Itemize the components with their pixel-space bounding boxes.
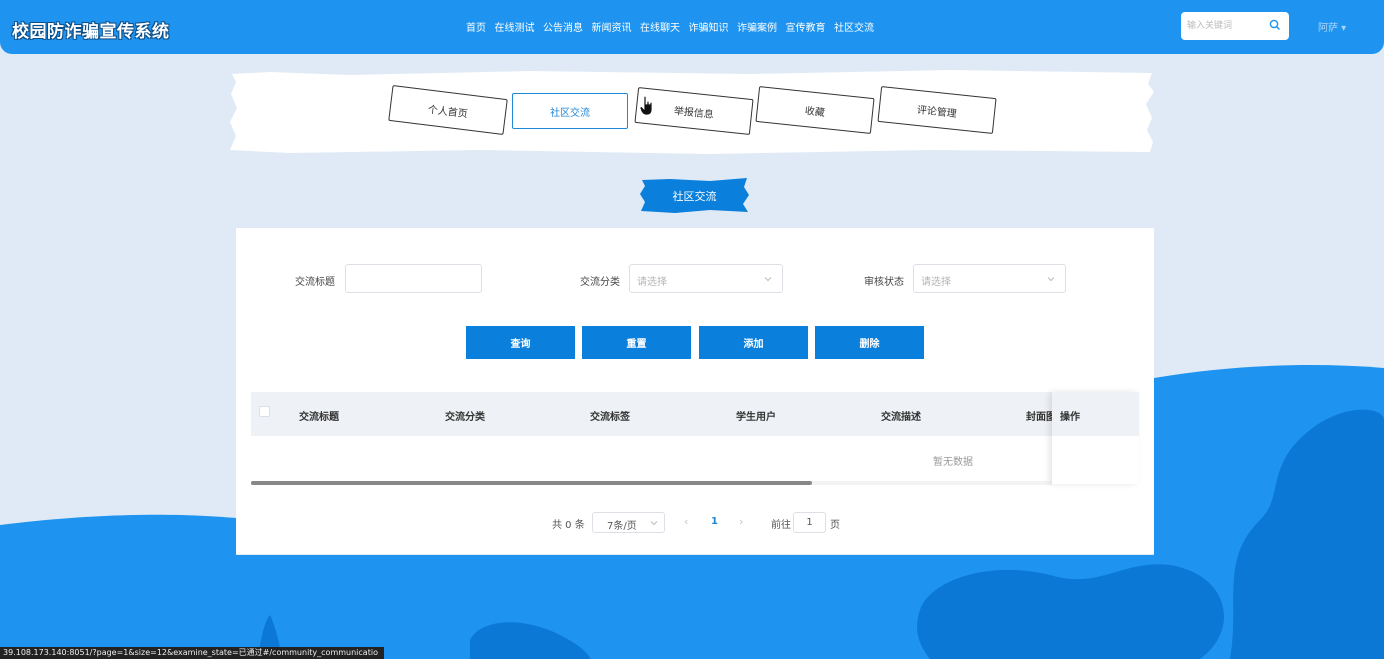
nav-online-chat[interactable]: 在线聊天 <box>640 19 680 34</box>
nav-home[interactable]: 首页 <box>466 19 486 34</box>
page-size-value: 7条/页 <box>607 521 637 532</box>
tab-label: 收藏 <box>804 105 826 119</box>
fixed-actions-column: 操作 <box>1052 392 1139 484</box>
column-header[interactable]: 交流分类 <box>445 408 485 423</box>
reset-button[interactable]: 重置 <box>582 326 691 359</box>
title-filter-label: 交流标题 <box>295 277 335 288</box>
empty-table-message: 暂无数据 <box>933 457 973 468</box>
query-button[interactable]: 查询 <box>466 326 575 359</box>
column-header[interactable]: 交流描述 <box>881 408 921 423</box>
goto-page-input[interactable]: 1 <box>793 512 826 533</box>
select-all-checkbox[interactable] <box>259 406 270 417</box>
chevron-down-icon <box>764 277 772 282</box>
section-title-text: 社区交流 <box>672 189 717 203</box>
section-title: 社区交流 <box>640 178 749 213</box>
community-list-card: 交流标题 交流分类 请选择 审核状态 请选择 查询 重置 添加 删除 交流标题 … <box>236 228 1154 554</box>
tab-label: 举报信息 <box>673 105 715 121</box>
page-word-label: 页 <box>830 520 840 531</box>
horizontal-scrollbar[interactable] <box>251 481 1052 485</box>
column-header[interactable]: 学生用户 <box>736 408 776 423</box>
chevron-down-icon <box>650 521 658 526</box>
next-page-icon[interactable]: › <box>739 515 743 528</box>
nav-fraud-cases[interactable]: 诈骗案例 <box>737 19 777 34</box>
total-count: 共 0 条 <box>552 520 585 531</box>
column-header[interactable]: 交流标题 <box>299 408 339 423</box>
table-header: 交流标题 交流分类 交流标签 学生用户 交流描述 封面图 <box>251 392 1139 436</box>
nav-online-test[interactable]: 在线测试 <box>495 19 535 34</box>
scrollbar-thumb[interactable] <box>251 481 812 485</box>
search-box <box>1181 12 1289 40</box>
category-filter-label: 交流分类 <box>580 277 620 288</box>
delete-button[interactable]: 删除 <box>815 326 924 359</box>
nav-fraud-knowledge[interactable]: 诈骗知识 <box>689 19 729 34</box>
tab-label: 评论管理 <box>916 104 958 120</box>
add-button[interactable]: 添加 <box>699 326 808 359</box>
search-input[interactable] <box>1181 12 1261 40</box>
tab-community[interactable]: 社区交流 <box>512 93 628 129</box>
status-placeholder: 请选择 <box>921 277 951 288</box>
site-logo[interactable]: 校园防诈骗宣传系统 <box>12 17 170 42</box>
nav-publicity-education[interactable]: 宣传教育 <box>786 19 826 34</box>
tab-label: 社区交流 <box>550 107 590 119</box>
pagination: 共 0 条 7条/页 ‹ 1 › 前往 1 页 <box>236 512 1154 533</box>
goto-label: 前往 <box>771 520 791 531</box>
title-filter-input[interactable] <box>345 264 482 293</box>
top-navigation-bar: 校园防诈骗宣传系统 首页 在线测试 公告消息 新闻资讯 在线聊天 诈骗知识 诈骗… <box>0 0 1384 54</box>
tab-banner: 个人首页 社区交流 举报信息 收藏 评论管理 <box>230 70 1154 154</box>
nav-news[interactable]: 新闻资讯 <box>592 19 632 34</box>
prev-page-icon[interactable]: ‹ <box>684 515 688 528</box>
column-header[interactable]: 交流标签 <box>590 408 630 423</box>
link-preview-status-bar: 39.108.173.140:8051/?page=1&size=12&exam… <box>0 647 384 659</box>
tab-label: 个人首页 <box>427 104 469 120</box>
page-size-select[interactable]: 7条/页 <box>592 512 665 533</box>
category-filter-select[interactable]: 请选择 <box>629 264 783 293</box>
search-icon[interactable] <box>1269 19 1281 31</box>
nav-community[interactable]: 社区交流 <box>834 19 874 34</box>
status-filter-select[interactable]: 请选择 <box>913 264 1066 293</box>
page-number-current[interactable]: 1 <box>711 516 718 527</box>
hand-cursor-icon <box>640 96 653 116</box>
nav-announcements[interactable]: 公告消息 <box>543 19 583 34</box>
actions-column-header: 操作 <box>1052 392 1139 436</box>
status-filter-label: 审核状态 <box>864 277 904 288</box>
actions-header-label: 操作 <box>1060 412 1080 423</box>
category-placeholder: 请选择 <box>637 277 667 288</box>
chevron-down-icon <box>1047 277 1055 282</box>
user-menu[interactable]: 阿萨 ▾ <box>1318 19 1346 34</box>
main-nav: 首页 在线测试 公告消息 新闻资讯 在线聊天 诈骗知识 诈骗案例 宣传教育 社区… <box>466 19 883 34</box>
